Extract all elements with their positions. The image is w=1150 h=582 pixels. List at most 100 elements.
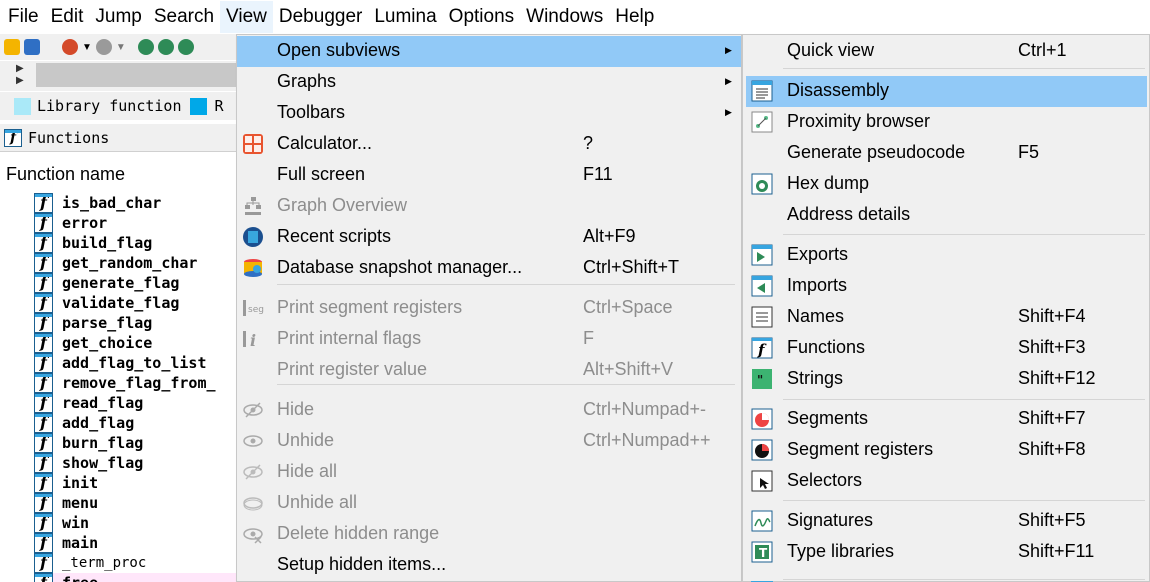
menu-item-label: Exports: [787, 244, 849, 264]
forward-arrow-icon[interactable]: [95, 39, 112, 55]
menu-item-label: Toolbars: [277, 102, 346, 122]
view-menu-item-hide-all[interactable]: Hide all: [237, 457, 741, 488]
function-row[interactable]: f burn_flag: [34, 433, 236, 453]
function-name: init: [62, 474, 99, 492]
menu-item-label: Recent scripts: [277, 226, 392, 246]
view-menu-item-recent-scripts[interactable]: Recent scripts Alt+F9: [237, 222, 741, 253]
column-header-function-name[interactable]: Function name: [6, 164, 125, 185]
function-row[interactable]: f _term_proc: [34, 553, 236, 573]
graph-view-icon[interactable]: [177, 39, 194, 55]
view-menu-item-unhide-all[interactable]: Unhide all: [237, 488, 741, 519]
menu-item-label: Graphs: [277, 71, 337, 91]
functions-window-tab[interactable]: f Functions: [0, 124, 236, 152]
menu-search[interactable]: Search: [148, 1, 220, 33]
segment-registers-icon: seg: [242, 297, 264, 319]
view-menu-item-calculator[interactable]: Calculator...?: [237, 129, 741, 160]
view-menu-item-unhide[interactable]: Unhide Ctrl+Numpad++: [237, 426, 741, 457]
view-menu-item-full-screen[interactable]: Full screen F11: [237, 160, 741, 191]
svg-text:i: i: [250, 331, 256, 350]
subviews-menu-item-signatures[interactable]: Signatures Shift+F5: [743, 506, 1149, 537]
view-menu-item-database-snapshot-manager[interactable]: Database snapshot manager... Ctrl+Shift+T: [237, 253, 741, 284]
save-icon[interactable]: [24, 39, 40, 55]
menu-windows[interactable]: Windows: [520, 1, 609, 33]
subviews-menu-item-strings[interactable]: " Strings Shift+F12: [743, 364, 1149, 395]
regular-function-swatch: [189, 97, 207, 115]
subviews-menu-item-generate-pseudocode[interactable]: Generate pseudocode F5: [743, 138, 1149, 169]
function-row[interactable]: f init: [34, 473, 236, 493]
menu-edit[interactable]: Edit: [45, 1, 90, 33]
back-arrow-icon[interactable]: [62, 39, 78, 55]
menu-item-label: Delete hidden range: [277, 523, 440, 543]
subviews-menu-item-disassembly[interactable]: Disassembly: [746, 76, 1147, 107]
chevron-down-icon[interactable]: ▼: [82, 42, 92, 53]
subviews-menu-item-proximity-browser[interactable]: Proximity browser: [743, 107, 1149, 138]
function-row[interactable]: f free: [34, 573, 236, 582]
view-menu-item-print-segment-registers[interactable]: seg Print segment registers Ctrl+Space: [237, 293, 741, 324]
subviews-menu-item-names[interactable]: Names Shift+F4: [743, 302, 1149, 333]
function-icon: f: [34, 573, 53, 582]
hex-dump-icon: [751, 173, 773, 195]
subviews-menu-item-segments[interactable]: Segments Shift+F7: [743, 404, 1149, 435]
text-view-icon[interactable]: [157, 39, 174, 55]
menu-options[interactable]: Options: [443, 1, 520, 33]
view-menu-item-hide[interactable]: Hide Ctrl+Numpad+-: [237, 395, 741, 426]
function-row[interactable]: f win: [34, 513, 236, 533]
function-row[interactable]: f add_flag_to_list: [34, 353, 236, 373]
view-menu-item-delete-hidden-range[interactable]: Delete hidden range: [237, 519, 741, 550]
view-menu-item-graph-overview[interactable]: Graph Overview: [237, 191, 741, 222]
function-row[interactable]: f remove_flag_from_: [34, 373, 236, 393]
subviews-menu-item-address-details[interactable]: Address details: [743, 200, 1149, 231]
menu-item-shortcut: Ctrl+Space: [583, 297, 673, 317]
navigation-band[interactable]: ▶ ▶: [0, 61, 236, 91]
view-menu-item-print-internal-flags[interactable]: i Print internal flags F: [237, 324, 741, 355]
function-icon: f: [34, 273, 53, 293]
subviews-menu-item-selectors[interactable]: Selectors: [743, 466, 1149, 497]
menu-item-shortcut: Shift+F8: [1018, 439, 1086, 459]
subviews-menu-item-exports[interactable]: Exports: [743, 240, 1149, 271]
function-icon: f: [34, 293, 53, 313]
function-row[interactable]: f is_bad_char: [34, 193, 236, 213]
menu-view[interactable]: View: [220, 1, 273, 33]
function-name: win: [62, 514, 90, 532]
function-row[interactable]: f add_flag: [34, 413, 236, 433]
subviews-menu-item-functions[interactable]: f Functions Shift+F3: [743, 333, 1149, 364]
view-menu-item-graphs[interactable]: Graphs ▶: [237, 67, 741, 98]
view-menu-item-open-subviews[interactable]: Open subviews ▶: [237, 36, 741, 67]
svg-text:seg: seg: [248, 305, 264, 315]
function-row[interactable]: f read_flag: [34, 393, 236, 413]
function-row[interactable]: f get_random_char: [34, 253, 236, 273]
menu-jump[interactable]: Jump: [89, 1, 147, 33]
menu-item-label: Hex dump: [787, 173, 870, 193]
navigation-bar[interactable]: [36, 63, 236, 87]
menu-item-shortcut: Alt+F9: [583, 226, 636, 246]
menu-item-shortcut: F11: [583, 164, 613, 184]
hex-view-icon[interactable]: [137, 39, 154, 55]
menu-lumina[interactable]: Lumina: [368, 1, 442, 33]
menu-debugger[interactable]: Debugger: [273, 1, 368, 33]
menu-item-shortcut: Shift+F5: [1018, 510, 1086, 530]
view-menu-item-print-register-value[interactable]: Print register value Alt+Shift+V: [237, 355, 741, 386]
subviews-menu-item-segment-registers[interactable]: Segment registers Shift+F8: [743, 435, 1149, 466]
subviews-menu-item-hex-dump[interactable]: Hex dump: [743, 169, 1149, 200]
function-row[interactable]: f validate_flag: [34, 293, 236, 313]
menu-item-label: Calculator...: [277, 133, 373, 153]
function-name: main: [62, 534, 99, 552]
function-row[interactable]: f main: [34, 533, 236, 553]
function-row[interactable]: f generate_flag: [34, 273, 236, 293]
function-row[interactable]: f menu: [34, 493, 236, 513]
function-row[interactable]: f show_flag: [34, 453, 236, 473]
subviews-menu-item-type-libraries[interactable]: T Type libraries Shift+F11: [743, 537, 1149, 568]
menu-file[interactable]: File: [2, 1, 45, 33]
function-row[interactable]: f build_flag: [34, 233, 236, 253]
function-row[interactable]: f error: [34, 213, 236, 233]
chevron-down-icon[interactable]: ▼: [116, 42, 126, 53]
nav-arrows-icon[interactable]: ▶ ▶: [16, 63, 24, 87]
open-folder-icon[interactable]: [4, 39, 20, 55]
menu-help[interactable]: Help: [609, 1, 660, 33]
view-menu-item-setup-hidden-items[interactable]: Setup hidden items...: [237, 550, 741, 581]
view-menu-item-toolbars[interactable]: Toolbars ▶: [237, 98, 741, 129]
subviews-menu-item-imports[interactable]: Imports: [743, 271, 1149, 302]
subviews-menu-item-quick-view[interactable]: Quick view Ctrl+1: [743, 36, 1149, 67]
function-row[interactable]: f parse_flag: [34, 313, 236, 333]
function-row[interactable]: f get_choice: [34, 333, 236, 353]
